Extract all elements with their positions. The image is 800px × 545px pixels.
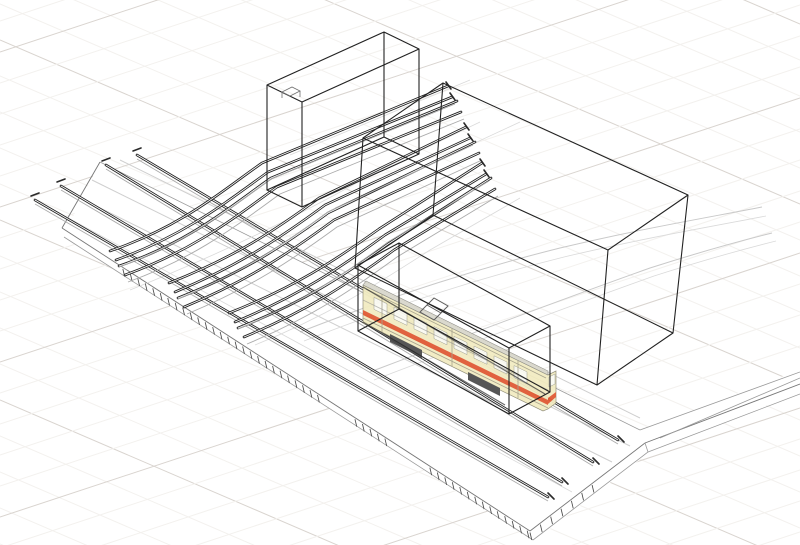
3d-model-viewport[interactable] [0, 0, 800, 545]
